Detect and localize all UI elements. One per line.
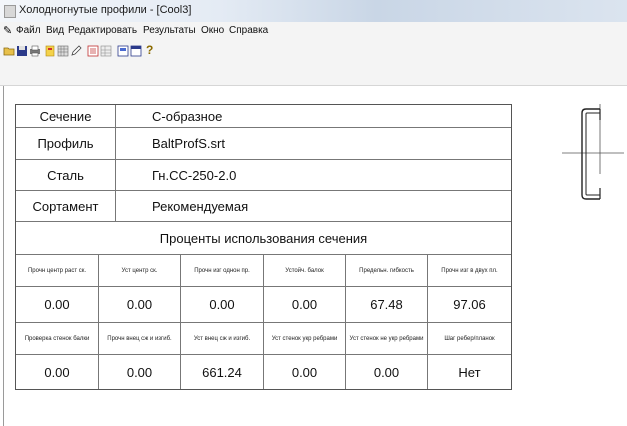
column-header: Предельн. гибкость bbox=[346, 255, 428, 286]
usage-value-row-1: 0.00 0.00 0.00 0.00 67.48 97.06 bbox=[16, 287, 511, 323]
app-icon[interactable] bbox=[4, 5, 16, 18]
column-header: Уст стенок укр ребрами bbox=[264, 323, 346, 354]
usage-value[interactable]: 661.24 bbox=[181, 355, 264, 389]
info-value[interactable]: Гн.СС-250-2.0 bbox=[116, 160, 511, 190]
column-header: Прочн внец сж и изгиб. bbox=[99, 323, 181, 354]
usage-header-row-1: Прочн центр раст ск. Уст центр ск. Прочн… bbox=[16, 255, 511, 287]
menu-view[interactable]: Вид bbox=[46, 25, 64, 36]
usage-value[interactable]: 0.00 bbox=[16, 355, 99, 389]
table-icon[interactable] bbox=[100, 44, 112, 57]
usage-value[interactable]: 67.48 bbox=[346, 287, 428, 322]
info-label: Профиль bbox=[16, 128, 116, 159]
open-icon[interactable] bbox=[3, 44, 15, 56]
menu-window[interactable]: Окно bbox=[201, 25, 224, 36]
menu-bar: ✎ Файл Вид Редактировать Результаты Окно… bbox=[0, 22, 627, 41]
c-profile-section-drawing bbox=[562, 104, 624, 200]
print-icon[interactable] bbox=[29, 44, 41, 57]
info-label: Сортамент bbox=[16, 191, 116, 221]
menu-results[interactable]: Результаты bbox=[143, 25, 196, 36]
profile-outline-outer bbox=[581, 108, 600, 200]
info-value[interactable]: BaltProfS.srt bbox=[116, 128, 511, 159]
usage-title: Проценты использования сечения bbox=[159, 230, 368, 246]
help-icon[interactable]: ? bbox=[146, 44, 158, 56]
section-results-panel: Сечение С-образное Профиль BaltProfS.srt… bbox=[15, 104, 512, 390]
column-header: Прочн изг в двух пл. bbox=[441, 267, 498, 274]
usage-value[interactable]: 0.00 bbox=[16, 287, 99, 322]
info-value[interactable]: Рекомендуемая bbox=[116, 191, 511, 221]
usage-value[interactable]: 0.00 bbox=[99, 287, 181, 322]
menu-edit[interactable]: Редактировать bbox=[68, 25, 137, 36]
save-icon[interactable] bbox=[16, 44, 28, 56]
window-icon[interactable] bbox=[130, 44, 142, 57]
profile-icon[interactable] bbox=[44, 44, 56, 57]
column-header: Уст центр ск. bbox=[99, 255, 181, 286]
column-header: Прочн центр раст ск. bbox=[16, 255, 99, 286]
menu-file[interactable]: Файл bbox=[16, 25, 41, 36]
usage-header-row-2: Проверка стенок балки Прочн внец сж и из… bbox=[16, 323, 511, 355]
profile-outline-inner bbox=[585, 112, 600, 196]
title-bar: Холодногнутые профили - [Cool3] bbox=[0, 0, 627, 23]
usage-value-row-2: 0.00 0.00 661.24 0.00 0.00 Нет bbox=[16, 355, 511, 389]
usage-title-row: Проценты использования сечения bbox=[16, 222, 511, 255]
column-header: Уст стенок не укр ребрами bbox=[346, 323, 428, 354]
window-frame-edge bbox=[3, 86, 4, 426]
column-header: Шаг ребер/планок bbox=[444, 335, 495, 342]
info-label: Сечение bbox=[16, 105, 116, 127]
info-label: Сталь bbox=[16, 160, 116, 190]
info-row-steel: Сталь Гн.СС-250-2.0 bbox=[16, 160, 511, 191]
usage-value[interactable]: 97.06 bbox=[428, 287, 511, 322]
column-header: Уст внец сж и изгиб. bbox=[181, 323, 264, 354]
usage-value[interactable]: 0.00 bbox=[346, 355, 428, 389]
column-header: Прочн изг однон пр. bbox=[181, 255, 264, 286]
info-row-assortment: Сортамент Рекомендуемая bbox=[16, 191, 511, 222]
menu-help[interactable]: Справка bbox=[229, 25, 268, 36]
report-icon[interactable] bbox=[117, 44, 129, 57]
info-row-profile: Профиль BaltProfS.srt bbox=[16, 128, 511, 160]
info-row-section: Сечение С-образное bbox=[16, 105, 511, 128]
document-menu-icon[interactable]: ✎ bbox=[3, 25, 13, 37]
usage-value[interactable]: 0.00 bbox=[264, 287, 346, 322]
usage-value[interactable]: 0.00 bbox=[181, 287, 264, 322]
usage-value[interactable]: 0.00 bbox=[99, 355, 181, 389]
window-title: Холодногнутые профили - [Cool3] bbox=[19, 4, 192, 16]
grid-icon[interactable] bbox=[57, 44, 69, 57]
usage-value[interactable]: Нет bbox=[428, 355, 511, 389]
edit-icon[interactable] bbox=[70, 44, 82, 56]
usage-value[interactable]: 0.00 bbox=[264, 355, 346, 389]
column-header: Проверка стенок балки bbox=[16, 323, 99, 354]
toolbar: ? bbox=[0, 41, 627, 86]
column-header: Устойч. балок bbox=[264, 255, 346, 286]
info-value[interactable]: С-образное bbox=[116, 105, 511, 127]
list-icon[interactable] bbox=[87, 44, 99, 57]
